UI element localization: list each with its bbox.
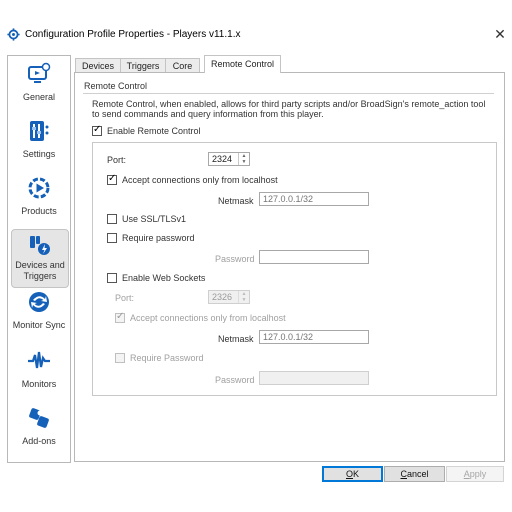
netmask-field[interactable] [259,192,369,206]
remote-control-panel: Remote Control Remote Control, when enab… [74,72,505,462]
port-label: Port: [107,155,127,165]
port-value: 2324 [212,154,233,164]
description-text: Remote Control, when enabled, allows for… [92,99,486,119]
cancel-label-rest: ancel [406,469,429,479]
ws-password-label: Password [215,375,255,385]
sidebar: General Settings Products Devices and Tr… [7,55,71,463]
close-icon[interactable]: ✕ [490,24,510,44]
enable-remote-control-checkbox[interactable]: Enable Remote Control [92,124,201,137]
ok-button[interactable]: OK [322,466,383,482]
sidebar-item-devices-and-triggers[interactable]: Devices and Triggers [11,229,69,288]
title-bar: Configuration Profile Properties - Playe… [0,20,512,50]
password-label: Password [215,254,255,264]
sidebar-item-label: Products [21,206,57,216]
ws-netmask-field[interactable] [259,330,369,344]
sliders-icon [30,121,49,141]
checkbox-box[interactable] [115,311,125,323]
sidebar-item-label: Add-ons [22,436,56,446]
ws-port-value: 2326 [212,292,233,302]
remote-control-settings-group: Port: 2324 ▲▼ Accept connections only fr… [92,142,497,396]
checkbox-box[interactable] [107,173,117,185]
sidebar-item-settings[interactable]: Settings [8,119,70,159]
tab-triggers[interactable]: Triggers [120,58,166,73]
spin-arrows-icon[interactable]: ▲ ▼ [238,291,249,303]
apply-button[interactable]: Apply [446,466,504,482]
ws-require-password-checkbox[interactable]: Require Password [115,352,204,364]
port-stepper[interactable]: 2324 ▲ ▼ [208,152,250,166]
cancel-button[interactable]: Cancel [384,466,445,482]
ok-label-rest: K [353,469,360,479]
waveform-icon [28,351,50,369]
section-title: Remote Control [84,81,148,91]
tab-devices[interactable]: Devices [75,58,121,73]
ws-port-stepper[interactable]: 2326 ▲ ▼ [208,290,250,304]
ws-localhost-only-checkbox[interactable]: Accept connections only from localhost [115,311,286,324]
localhost-only-checkbox[interactable]: Accept connections only from localhost [107,173,278,186]
checkbox-box[interactable] [107,233,117,243]
apply-label-rest: pply [469,469,487,479]
sidebar-item-products[interactable]: Products [8,176,70,216]
checkbox-label: Require Password [130,353,204,363]
checkbox-box[interactable] [107,214,117,224]
checkbox-label: Enable Remote Control [107,126,201,136]
sidebar-item-add-ons[interactable]: Add-ons [8,406,70,446]
tab-core[interactable]: Core [165,58,200,73]
tab-remote-control[interactable]: Remote Control [204,55,281,73]
app-gear-icon [7,28,20,41]
sidebar-item-label: Devices and Triggers [15,260,65,281]
puzzle-icon [29,408,49,428]
monitor-gear-icon [28,62,51,83]
ws-port-label: Port: [115,293,135,303]
devices-triggers-icon [30,236,50,255]
play-circle-icon [28,177,50,199]
ok-access-key: O [345,469,353,479]
sidebar-item-general[interactable]: General [8,62,70,102]
checkbox-box[interactable] [115,353,125,363]
section-divider [83,93,494,94]
enable-web-sockets-checkbox[interactable]: Enable Web Sockets [107,272,205,284]
checkbox-label: Accept connections only from localhost [122,175,278,185]
ws-netmask-label: Netmask [218,334,254,344]
checkbox-label: Enable Web Sockets [122,273,206,283]
require-password-checkbox[interactable]: Require password [107,232,195,244]
sidebar-item-label: Settings [22,149,56,159]
window-title: Configuration Profile Properties - Playe… [25,29,241,40]
sidebar-item-label: General [22,92,56,102]
checkbox-label: Require password [122,233,195,243]
checkbox-box[interactable] [92,124,102,136]
checkbox-label: Accept connections only from localhost [130,313,286,323]
sync-arrows-icon [29,292,49,312]
use-ssl-checkbox[interactable]: Use SSL/TLSv1 [107,213,186,225]
password-field[interactable] [259,250,369,264]
checkbox-box[interactable] [107,273,117,283]
sidebar-item-monitors[interactable]: Monitors [8,349,70,389]
main-area: Devices Triggers Core Remote Control Rem… [74,55,505,462]
netmask-label: Netmask [218,196,254,206]
checkbox-label: Use SSL/TLSv1 [122,214,187,224]
sidebar-item-monitor-sync[interactable]: Monitor Sync [8,290,70,331]
spin-arrows-icon[interactable]: ▲ ▼ [238,153,249,165]
ws-password-field[interactable] [259,371,369,385]
sidebar-item-label: Monitor Sync [12,320,66,330]
sidebar-item-label: Monitors [21,379,57,389]
